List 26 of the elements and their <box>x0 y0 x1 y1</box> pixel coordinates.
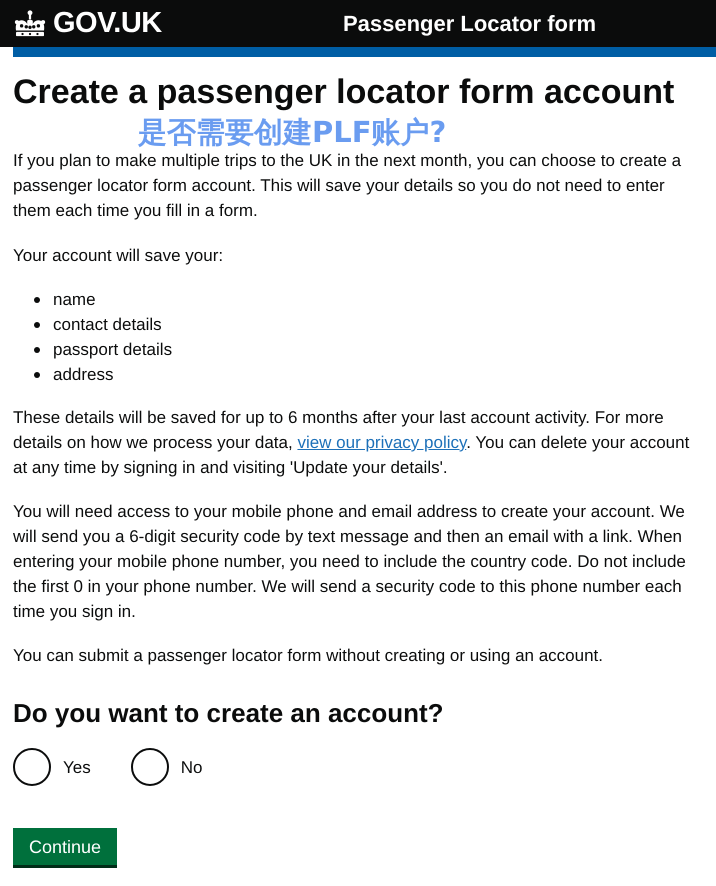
radio-label[interactable]: No <box>180 754 202 780</box>
bullet-icon <box>34 372 40 378</box>
logo-text: GOV.UK <box>53 9 162 38</box>
list-item-text: contact details <box>53 314 162 336</box>
bullet-icon <box>34 296 40 302</box>
list-item-text: address <box>53 364 114 386</box>
annotation-text: 是否需要创建PLF账户? <box>138 116 446 148</box>
list-item-text: passport details <box>53 339 172 361</box>
body-paragraph: If you plan to make multiple trips to the UK in the next month, you can choose to create a passenger locator form account. This will save your details so you do not need to enter them each time you fill in a form. <box>13 150 682 222</box>
crown-icon <box>13 10 47 38</box>
radio-label[interactable]: Yes <box>63 754 91 780</box>
bullet-icon <box>34 346 40 352</box>
question-heading: Do you want to create an account? <box>13 697 445 729</box>
body-paragraph: These details will be saved for up to 6 months after your last account activity. For more details on how we process your data, view our privacy policy. You can delete your account at any time by signing in and visiting 'Update your details'. <box>13 407 690 479</box>
list-item-text: name <box>53 289 96 311</box>
govuk-logo-link[interactable]: GOV.UK <box>13 9 162 38</box>
body-paragraph: Your account will save your: <box>13 245 224 267</box>
radio-button[interactable] <box>130 748 169 786</box>
body-paragraph: You can submit a passenger locator form without creating or using an account. <box>13 645 604 667</box>
privacy-policy-link[interactable]: view our privacy policy <box>297 433 466 452</box>
page-heading: Create a passenger locator form account <box>13 72 676 112</box>
continue-button[interactable]: Continue <box>13 828 118 865</box>
service-name-link[interactable]: Passenger Locator form <box>343 12 596 34</box>
bullet-icon <box>34 322 40 328</box>
body-paragraph: You will need access to your mobile phone and email address to create your account. We will send you a 6-digit security code by text message and then an email with a link. When entering your mobile phone number, you need to include the country code. Do not include the first 0 in your phone number. We will send a security code to this phone number each time you sign in. <box>13 501 687 623</box>
radio-button[interactable] <box>13 748 51 786</box>
